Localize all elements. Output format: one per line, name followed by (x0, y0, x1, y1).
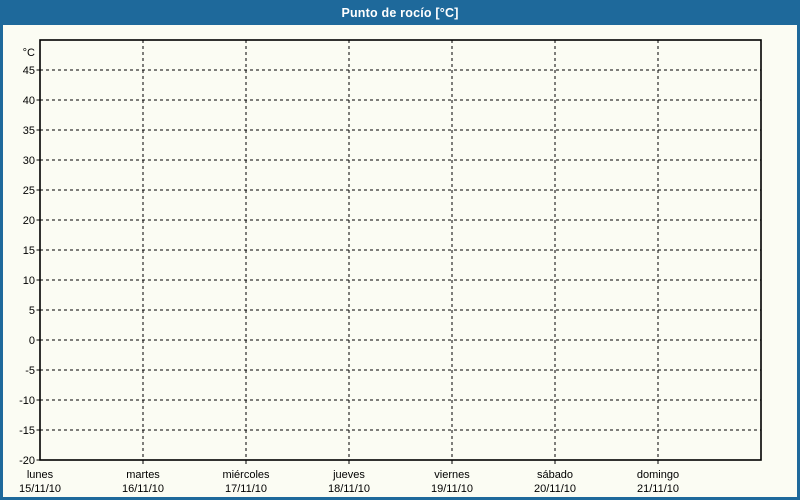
x-day-label: sábado (537, 469, 573, 481)
y-tick-label: 25 (23, 185, 35, 197)
x-day-label: miércoles (222, 469, 270, 481)
y-tick-label: 45 (23, 65, 35, 77)
x-day-label: jueves (332, 469, 365, 481)
x-date-label: 18/11/10 (328, 483, 370, 495)
y-axis-unit-label: °C (23, 47, 35, 59)
grid-lines (40, 40, 761, 460)
y-tick-label: 5 (29, 305, 35, 317)
x-day-label: viernes (434, 469, 470, 481)
weather-chart-window: Punto de rocío [°C] 45 40 35 30 25 20 15 10 5 0 -5… (0, 0, 800, 500)
x-date-label: 17/11/10 (225, 483, 267, 495)
y-tick-label: 15 (23, 245, 35, 257)
x-day-label: lunes (27, 469, 54, 481)
x-day-label: domingo (637, 469, 679, 481)
y-tick-label: 0 (29, 335, 35, 347)
y-tick-label: 20 (23, 215, 35, 227)
y-tick-label: 35 (23, 125, 35, 137)
x-date-label: 15/11/10 (19, 483, 61, 495)
x-axis-labels: lunes 15/11/10 martes 16/11/10 miércoles 17/1… (19, 469, 679, 495)
x-date-label: 20/11/10 (534, 483, 576, 495)
y-tick-label: -20 (19, 455, 35, 467)
y-tick-label: 30 (23, 155, 35, 167)
x-day-label: martes (126, 469, 160, 481)
y-tick-label: -10 (19, 395, 35, 407)
x-date-label: 21/11/10 (637, 483, 679, 495)
y-axis-labels: 45 40 35 30 25 20 15 10 5 0 -5 -10 -15 -20 °C (19, 47, 35, 467)
y-tick-label: -5 (25, 365, 35, 377)
y-tick-label: -15 (19, 425, 35, 437)
window-frame-left-border (0, 25, 3, 500)
y-tick-label: 10 (23, 275, 35, 287)
x-date-label: 16/11/10 (122, 483, 164, 495)
dew-point-chart: 45 40 35 30 25 20 15 10 5 0 -5 -10 -15 -20 °C lunes 15/1… (19, 39, 762, 495)
x-date-label: 19/11/10 (431, 483, 473, 495)
y-tick-label: 40 (23, 95, 35, 107)
